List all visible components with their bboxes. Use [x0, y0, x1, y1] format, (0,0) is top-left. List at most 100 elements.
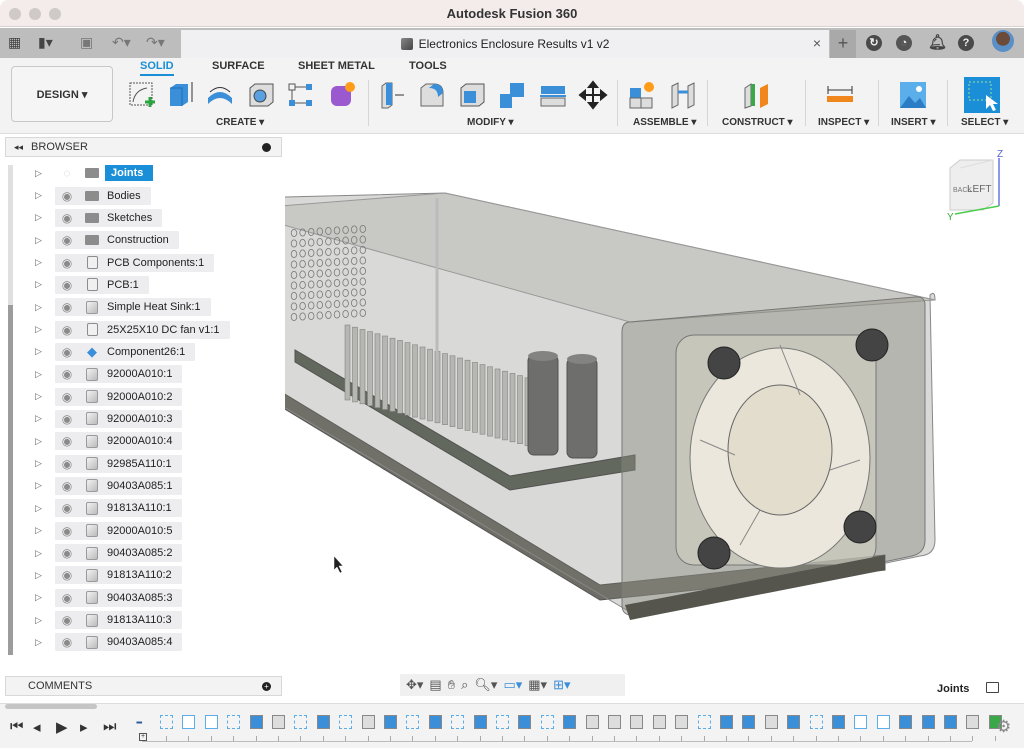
move-copy-icon[interactable]: [578, 80, 608, 110]
browser-item[interactable]: ▷ ◉ 92000A010:4: [35, 430, 230, 452]
eye-icon[interactable]: ◉: [55, 211, 79, 225]
browser-item-pill[interactable]: ◉ 91813A110:3: [55, 611, 182, 630]
expand-arrow-icon[interactable]: ▷: [35, 480, 45, 491]
create-form-icon[interactable]: [327, 80, 357, 110]
browser-minimize-icon[interactable]: [262, 143, 271, 152]
grid-settings-icon[interactable]: ▦▾: [528, 677, 547, 693]
eye-icon[interactable]: ◉: [55, 345, 79, 359]
select-icon[interactable]: [964, 77, 1000, 113]
tab-sheet-metal[interactable]: SHEET METAL: [298, 60, 375, 72]
browser-item-pill[interactable]: ◉ 90403A085:4: [55, 633, 183, 652]
extrude-icon[interactable]: [165, 80, 195, 110]
timeline-expand-icon[interactable]: +: [139, 733, 147, 741]
browser-item[interactable]: ▷ ◉ 90403A085:1: [35, 475, 230, 497]
shell-icon[interactable]: [457, 80, 487, 110]
comment-icon[interactable]: [986, 682, 999, 693]
viewcube-left-face[interactable]: LEFT: [967, 184, 991, 195]
inspect-menu[interactable]: INSPECT ▾: [818, 117, 869, 128]
expand-arrow-icon[interactable]: ▷: [35, 168, 45, 179]
browser-header[interactable]: ◂◂ BROWSER: [5, 137, 282, 157]
timeline-feature-split-icon[interactable]: [944, 715, 957, 729]
browser-item-pill[interactable]: ◉ 92000A010:1: [55, 365, 183, 384]
browser-item-pill[interactable]: ◉ 92000A010:5: [55, 521, 183, 540]
hole-icon[interactable]: [246, 80, 276, 110]
timeline-feature-body-icon[interactable]: [630, 715, 644, 729]
timeline-feature-rigid-joint-icon[interactable]: [899, 715, 913, 729]
history-icon[interactable]: ◔: [896, 35, 912, 51]
save-icon[interactable]: ▣: [80, 34, 93, 51]
eye-icon[interactable]: ◉: [55, 189, 79, 203]
browser-item[interactable]: ▷ ◉ 90403A085:2: [35, 542, 230, 564]
eye-icon[interactable]: ◉: [55, 591, 79, 605]
enclosure-3d-model[interactable]: [229, 135, 1024, 703]
eye-icon[interactable]: ◉: [55, 524, 79, 538]
expand-arrow-icon[interactable]: ▷: [35, 615, 45, 626]
expand-arrow-icon[interactable]: ▷: [35, 637, 45, 648]
grid-menu-icon[interactable]: ▦: [8, 34, 21, 51]
expand-arrow-icon[interactable]: ▷: [35, 279, 45, 290]
timeline-feature-combine-icon[interactable]: [742, 715, 756, 729]
help-icon[interactable]: ?: [958, 35, 974, 51]
timeline-feature-sketch-flag-icon[interactable]: [182, 715, 196, 729]
browser-item-pill[interactable]: ◉ Construction: [55, 231, 179, 250]
browser-item-pill[interactable]: ◉ 92000A010:3: [55, 409, 183, 428]
browser-scrollbar-thumb[interactable]: [8, 305, 13, 655]
viewports-icon[interactable]: ⊞▾: [553, 677, 570, 693]
expand-arrow-icon[interactable]: ▷: [35, 436, 45, 447]
timeline-feature-extrude-icon[interactable]: [720, 715, 733, 729]
eye-icon[interactable]: ◉: [55, 233, 79, 247]
notification-bell-icon[interactable]: 🔔︎: [928, 35, 947, 51]
eye-icon[interactable]: ◉: [55, 479, 79, 493]
browser-item-pill[interactable]: ◉ Simple Heat Sink:1: [55, 298, 211, 317]
timeline-feature-sketch-icon[interactable]: [294, 715, 308, 729]
browser-item[interactable]: ▷ ◉ PCB Components:1: [35, 251, 230, 273]
expand-arrow-icon[interactable]: ▷: [35, 190, 45, 201]
timeline-feature-extrude-icon[interactable]: [473, 715, 487, 729]
expand-arrow-icon[interactable]: ▷: [35, 413, 45, 424]
eye-icon[interactable]: ◉: [55, 412, 79, 426]
browser-item[interactable]: ▷ ◉ Sketches: [35, 207, 230, 229]
timeline-feature-joint-origin-icon[interactable]: [608, 715, 621, 729]
go-to-end-icon[interactable]: ⏭︎: [103, 718, 117, 735]
browser-item[interactable]: ▷ ◉ 91813A110:3: [35, 609, 230, 631]
expand-arrow-icon[interactable]: ▷: [35, 235, 45, 246]
offset-plane-icon[interactable]: [742, 80, 772, 110]
timeline-feature-sketch-icon[interactable]: [160, 715, 173, 729]
browser-item-pill[interactable]: ◉ 91813A110:2: [55, 566, 182, 585]
expand-arrow-icon[interactable]: ▷: [35, 458, 45, 469]
timeline-feature-sketch-flag-icon[interactable]: [854, 715, 868, 729]
pan-icon[interactable]: ✋︎: [448, 677, 455, 693]
press-pull-icon[interactable]: [378, 80, 408, 110]
timeline-group-icon[interactable]: ▪▪▪: [136, 718, 142, 727]
expand-arrow-icon[interactable]: ▷: [35, 548, 45, 559]
eye-icon[interactable]: ◉: [55, 457, 79, 471]
timeline-feature-fillet-icon[interactable]: [585, 715, 599, 729]
viewcube[interactable]: BACK LEFT Z Y: [945, 148, 1015, 220]
browser-item[interactable]: ▷ ◉ 25X25X10 DC fan v1:1: [35, 318, 230, 340]
timeline-feature-shell-icon[interactable]: [272, 715, 285, 729]
timeline-feature-combine-icon[interactable]: [787, 715, 801, 729]
job-status-icon[interactable]: ↻: [866, 35, 882, 51]
timeline-feature-joint-icon[interactable]: [652, 715, 666, 729]
timeline-feature-sketch-flag-icon[interactable]: [876, 715, 890, 729]
timeline-feature-sketch-icon[interactable]: [339, 715, 353, 729]
timeline-feature-combine-icon[interactable]: [921, 715, 935, 729]
timeline-feature-extrude-icon[interactable]: [316, 715, 330, 729]
new-tab-plus-icon[interactable]: +: [830, 30, 856, 58]
expand-arrow-icon[interactable]: ▷: [35, 257, 45, 268]
expand-arrow-icon[interactable]: ▷: [35, 369, 45, 380]
expand-arrow-icon[interactable]: ▷: [35, 346, 45, 357]
expand-arrow-icon[interactable]: ▷: [35, 212, 45, 223]
collapse-browser-icon[interactable]: ◂◂: [14, 142, 23, 153]
file-menu-icon[interactable]: ▮▾: [38, 34, 53, 51]
browser-item-pill[interactable]: ◉ 92000A010:2: [55, 387, 183, 406]
measure-icon[interactable]: [825, 80, 855, 110]
insert-image-icon[interactable]: [898, 80, 928, 110]
step-forward-icon[interactable]: ▸: [80, 718, 88, 736]
expand-arrow-icon[interactable]: ▷: [35, 570, 45, 581]
timeline-feature-sketch-icon[interactable]: [809, 715, 823, 729]
timeline-feature-sketch-icon[interactable]: [451, 715, 465, 729]
display-settings-icon[interactable]: ▭▾: [503, 677, 522, 693]
orbit-icon[interactable]: ✥▾: [406, 677, 423, 693]
combine-icon[interactable]: [497, 80, 527, 110]
